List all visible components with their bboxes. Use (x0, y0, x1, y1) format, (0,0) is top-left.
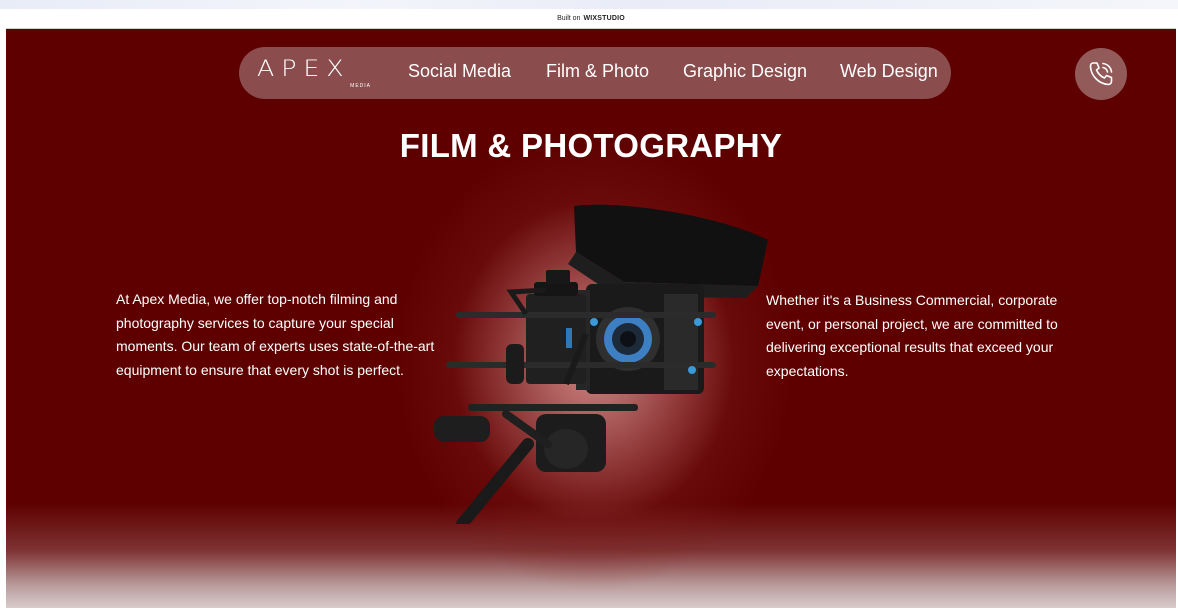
logo-sub: MEDIA (350, 83, 371, 89)
nav-web-design[interactable]: Web Design (840, 61, 938, 82)
logo-word: APEX (257, 57, 351, 82)
main-nav: APEX MEDIA Social Media Film & Photo Gra… (239, 47, 951, 99)
intro-text-left: At Apex Media, we offer top-notch filmin… (116, 291, 435, 378)
wix-banner[interactable]: Built on WIXSTUDIO (6, 9, 1176, 29)
page-title: FILM & PHOTOGRAPHY (399, 127, 783, 164)
wix-banner-prefix: Built on (557, 15, 581, 22)
hero-section: APEX MEDIA Social Media Film & Photo Gra… (6, 29, 1176, 608)
wix-studio-logo: WIXSTUDIO (583, 15, 625, 22)
nav-social-media[interactable]: Social Media (408, 61, 511, 82)
phone-icon (1089, 62, 1113, 86)
browser-top-strip (0, 0, 1178, 9)
nav-graphic-design[interactable]: Graphic Design (683, 61, 807, 82)
camera-rig-image (434, 204, 768, 524)
nav-film-photo[interactable]: Film & Photo (546, 61, 649, 82)
apex-media-logo[interactable]: APEX MEDIA (257, 59, 377, 90)
page-frame: Built on WIXSTUDIO APEX MEDIA Social Med… (6, 9, 1176, 608)
intro-text-right: Whether it's a Business Commercial, corp… (766, 292, 1058, 379)
phone-button[interactable] (1075, 48, 1127, 100)
